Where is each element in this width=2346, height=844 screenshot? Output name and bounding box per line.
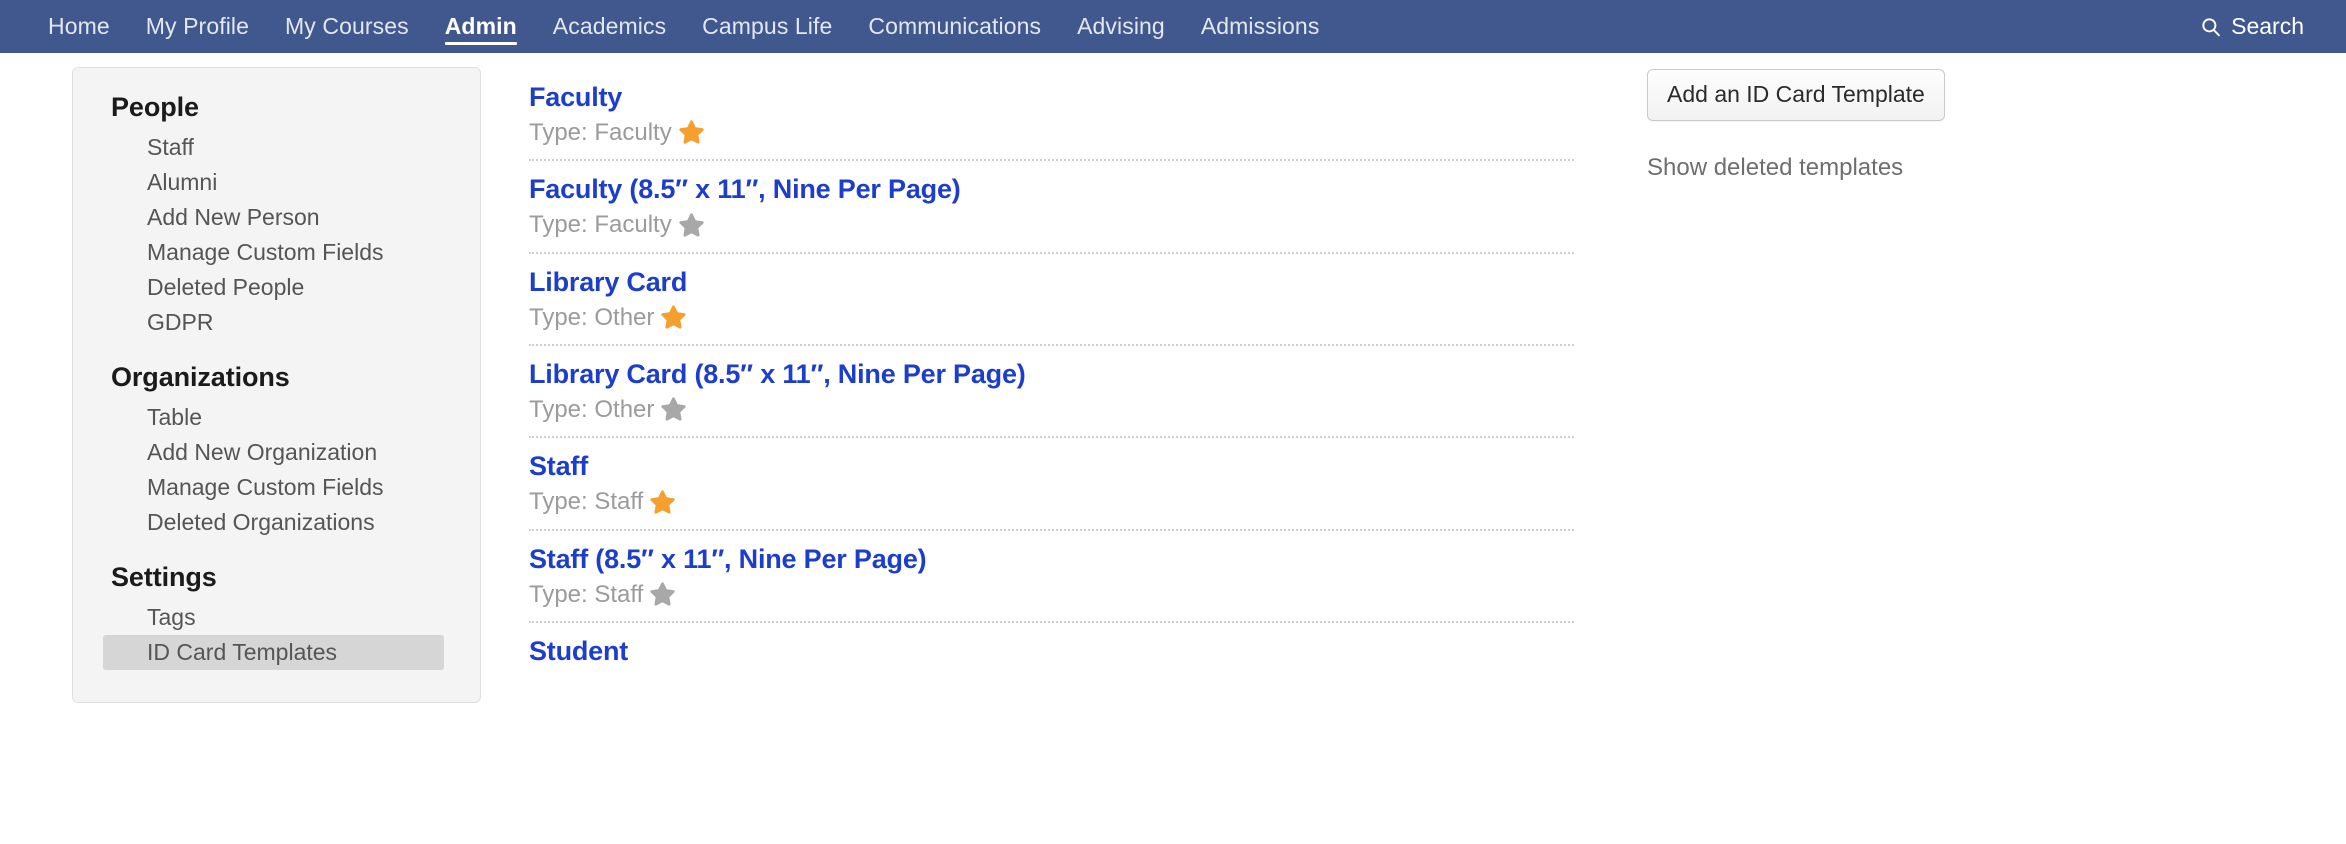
right-action-rail: Add an ID Card Template Show deleted tem…: [1647, 69, 2067, 182]
show-deleted-templates-link[interactable]: Show deleted templates: [1647, 154, 2067, 182]
template-row: Faculty Type: Faculty: [529, 69, 1574, 162]
sidebar-group-organizations: Organizations Table Add New Organization Ma…: [73, 362, 480, 540]
search-icon: [2200, 16, 2222, 38]
template-type-label: Type: Staff: [529, 580, 644, 608]
star-icon[interactable]: [661, 305, 687, 330]
page-body: People Staff Alumni Add New Person Manage Cu…: [0, 53, 2346, 844]
nav-item-home[interactable]: Home: [30, 0, 128, 53]
sidebar-item-add-new-organization[interactable]: Add New Organization: [103, 435, 444, 470]
sidebar-item-staff[interactable]: Staff: [103, 130, 444, 165]
star-icon[interactable]: [650, 490, 675, 515]
nav-item-my-profile[interactable]: My Profile: [128, 0, 267, 53]
star-icon[interactable]: [679, 120, 704, 145]
template-meta: Type: Other: [529, 388, 1574, 436]
sidebar-heading-settings: Settings: [111, 562, 217, 592]
template-row: Library Card (8.5″ x 11″, Nine Per Page)…: [529, 346, 1574, 439]
sidebar-item-id-card-templates[interactable]: ID Card Templates: [103, 635, 444, 670]
template-row: Staff (8.5″ x 11″, Nine Per Page) Type: S…: [529, 531, 1574, 624]
add-id-card-template-button[interactable]: Add an ID Card Template: [1647, 69, 1945, 121]
template-meta: Type: Staff: [529, 573, 1574, 621]
search-label: Search: [2231, 13, 2304, 39]
template-row: Student: [529, 623, 1574, 666]
template-row: Staff Type: Staff: [529, 438, 1574, 531]
sidebar-group-people: People Staff Alumni Add New Person Manage Cu…: [73, 92, 480, 340]
template-type-label: Type: Faculty: [529, 118, 672, 146]
sidebar-group-settings: Settings Tags ID Card Templates: [73, 562, 480, 670]
sidebar-item-manage-custom-fields[interactable]: Manage Custom Fields: [103, 235, 444, 270]
template-title-link[interactable]: Student: [529, 623, 1574, 666]
template-row: Faculty (8.5″ x 11″, Nine Per Page) Type:…: [529, 161, 1574, 254]
template-meta: Type: Faculty: [529, 111, 1574, 159]
id-card-template-list: Faculty Type: Faculty Faculty (8.5″ x 11″,…: [529, 69, 1574, 665]
nav-item-my-courses[interactable]: My Courses: [267, 0, 427, 53]
sidebar-item-deleted-organizations[interactable]: Deleted Organizations: [103, 505, 444, 540]
template-row: Library Card Type: Other: [529, 254, 1574, 347]
star-icon[interactable]: [650, 582, 675, 607]
primary-nav: Home My Profile My Courses Admin Academics Ca…: [30, 0, 1337, 53]
sidebar-item-table[interactable]: Table: [103, 400, 444, 435]
nav-item-communications[interactable]: Communications: [850, 0, 1059, 53]
sidebar-heading-organizations: Organizations: [111, 362, 290, 392]
sidebar-item-tags[interactable]: Tags: [103, 600, 444, 635]
template-type-label: Type: Staff: [529, 488, 644, 516]
sidebar-heading-people: People: [111, 92, 199, 122]
template-type-label: Type: Faculty: [529, 211, 672, 239]
sidebar-item-add-new-person[interactable]: Add New Person: [103, 200, 444, 235]
template-type-label: Type: Other: [529, 303, 655, 331]
template-title-link[interactable]: Library Card (8.5″ x 11″, Nine Per Page): [529, 346, 1574, 389]
template-title-link[interactable]: Staff (8.5″ x 11″, Nine Per Page): [529, 531, 1574, 573]
sidebar-item-manage-custom-fields[interactable]: Manage Custom Fields: [103, 470, 444, 505]
template-meta: Type: Other: [529, 296, 1574, 344]
template-title-link[interactable]: Staff: [529, 438, 1574, 481]
template-type-label: Type: Other: [529, 395, 655, 423]
sidebar-item-alumni[interactable]: Alumni: [103, 165, 444, 200]
nav-item-campus-life[interactable]: Campus Life: [684, 0, 850, 53]
star-icon[interactable]: [661, 397, 687, 422]
template-meta: Type: Staff: [529, 481, 1574, 529]
sidebar-item-deleted-people[interactable]: Deleted People: [103, 270, 444, 305]
template-meta: Type: Faculty: [529, 204, 1574, 252]
nav-item-advising[interactable]: Advising: [1059, 0, 1183, 53]
template-title-link[interactable]: Faculty: [529, 69, 1574, 112]
sidebar-item-gdpr[interactable]: GDPR: [103, 305, 444, 340]
star-icon[interactable]: [679, 213, 704, 238]
search-button[interactable]: Search: [2200, 13, 2346, 40]
top-navigation-bar: Home My Profile My Courses Admin Academics Ca…: [0, 0, 2346, 53]
nav-item-academics[interactable]: Academics: [535, 0, 684, 53]
admin-sidebar: People Staff Alumni Add New Person Manage Cu…: [72, 67, 481, 703]
nav-item-admin[interactable]: Admin: [427, 0, 535, 53]
nav-item-admissions[interactable]: Admissions: [1183, 0, 1338, 53]
template-title-link[interactable]: Faculty (8.5″ x 11″, Nine Per Page): [529, 161, 1574, 204]
template-title-link[interactable]: Library Card: [529, 254, 1574, 296]
